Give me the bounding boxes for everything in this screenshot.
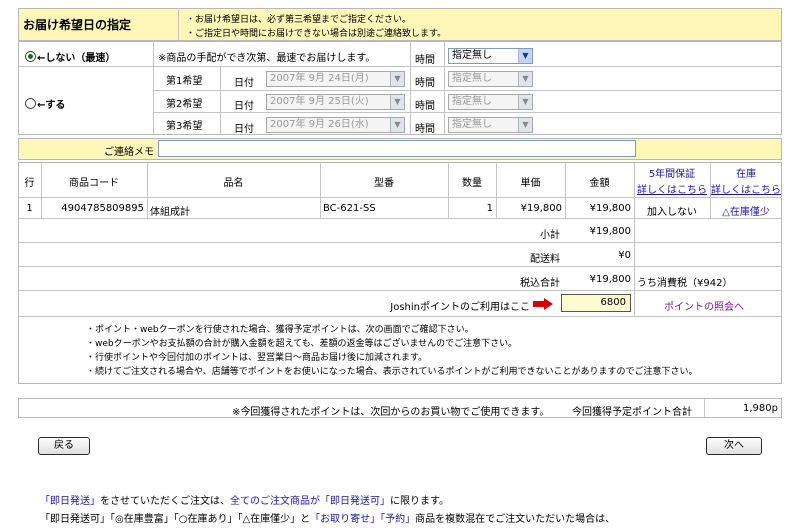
header-model: 型番 [374,178,394,189]
wish-3-time-label: 時間 [415,124,435,135]
row-price: ¥19,800 [520,203,562,214]
wish-3-date-value: 2007年 9月 26日(水) [270,119,369,130]
tax-note: うち消費税（¥942） [637,278,733,289]
wish-2-date-value: 2007年 9月 25日(火) [270,96,369,107]
row-warranty: 加入しない [647,207,697,218]
wish-1-date-label: 日付 [234,78,254,89]
row-model: BC-621-SS [323,203,376,214]
header-code: 商品コード [69,178,119,189]
footer-same-day-link[interactable]: 「即日発送」 [40,496,100,507]
wish-3-time-value: 指定無し [452,119,492,130]
chevron-down-icon: ▼ [518,95,532,109]
wish-2-time-select[interactable]: 指定無し ▼ [448,94,533,110]
chevron-down-icon: ▼ [518,118,532,132]
time-label-fastest: 時間 [415,55,435,66]
points-summary-label: 今回獲得予定ポイント合計 [572,407,692,418]
chevron-down-icon: ▼ [390,95,404,109]
footer-order-link[interactable]: 「お取り寄せ」「予約」 [310,514,415,525]
wish-1-time-value: 指定無し [452,73,492,84]
next-button[interactable]: 次へ [706,437,762,455]
wish-3-date-select[interactable]: 2007年 9月 26日(水) ▼ [266,117,405,133]
wish-3-date-label: 日付 [234,124,254,135]
memo-input[interactable] [158,140,636,157]
header-row: 行 [24,178,35,189]
option-specify-label: ←する [37,100,66,111]
point-note-2: ・webクーポンやお支払額の合計が購入金額を超えても、差額の返金等はございません… [86,339,518,349]
warranty-details-link[interactable]: 詳しくはこちら [634,181,710,196]
back-button[interactable]: 戻る [38,437,90,455]
row-stock-status[interactable]: △在庫僅少 [710,203,782,218]
points-label: Joshinポイントのご利用はここ [390,302,530,313]
option-fastest-label: ←しない（最速） [37,53,116,64]
arrow-right-icon [533,298,553,310]
shipping-value: ¥0 [618,250,631,261]
delivery-note-2: ・ご指定日や時間にお届けできない場合は別途ご連絡致します。 [186,29,447,39]
total-value: ¥19,800 [589,274,631,285]
wish-1-time-select[interactable]: 指定無し ▼ [448,71,533,87]
wish-1-label: 第1希望 [166,76,203,87]
footer-line-1: 「即日発送」をさせていただくご注文は、全てのご注文商品が「即日発送可」に限ります… [40,492,449,507]
wish-2-date-select[interactable]: 2007年 9月 25日(火) ▼ [266,94,405,110]
delivery-title: お届け希望日の指定 [23,18,132,32]
point-note-4: ・続けてご注文される場合や、店舗等でポイントをお使いになった場合、表示されている… [86,367,698,377]
header-amount: 金額 [589,178,610,189]
wish-2-date-label: 日付 [234,101,254,112]
subtotal-value: ¥19,800 [589,226,631,237]
row-amount: ¥19,800 [589,203,631,214]
point-note-1: ・ポイント・webクーポンを行使された場合、獲得予定ポイントは、次の画面でご確認… [86,325,474,335]
points-summary-note: ※今回獲得されたポイントは、次回からのお買い物でご使用できます。 [232,407,550,418]
footer-text: をさせていただくご注文は、 [100,496,230,507]
radio-specify[interactable] [25,98,36,109]
header-qty: 数量 [462,178,482,189]
header-name: 品名 [223,178,244,189]
row-name: 体組成計 [150,207,190,218]
header-stock: 在庫 [736,169,756,180]
total-label: 税込合計 [520,278,560,289]
wish-3-time-select[interactable]: 指定無し ▼ [448,117,533,133]
points-input[interactable]: 6800 [561,294,631,312]
chevron-down-icon: ▼ [518,49,532,63]
time-select-fastest-value: 指定無し [452,50,492,61]
wish-3-label: 第3希望 [166,121,203,132]
footer-line-2: 「即日発送可」「◎在庫豊富」「○在庫あり」「△在庫僅少」と「お取り寄せ」「予約」… [40,510,615,525]
delivery-note-1: ・お届け希望日は、必ず第三希望までご指定ください。 [186,15,412,25]
point-note-3: ・行使ポイントや今回付加のポイントは、翌営業日～商品お届け後に加減されます。 [86,353,428,363]
chevron-down-icon: ▼ [390,118,404,132]
memo-label: ご連絡メモ [104,147,154,158]
wish-2-time-label: 時間 [415,101,435,112]
header-price: 単価 [520,178,541,189]
stock-details-link[interactable]: 詳しくはこちら [710,181,782,196]
wish-2-time-value: 指定無し [452,96,492,107]
wish-1-date-value: 2007年 9月 24日(月) [270,73,369,84]
footer-all-items-link[interactable]: 全てのご注文商品が「即日発送可」 [230,496,390,507]
wish-1-time-label: 時間 [415,78,435,89]
chevron-down-icon: ▼ [518,72,532,86]
row-no: 1 [26,203,33,214]
footer-text: 「即日発送可」「◎在庫豊富」「○在庫あり」「△在庫僅少」と [40,514,311,525]
points-inquiry-link[interactable]: ポイントの照会へ [664,298,744,313]
points-summary-value: 1,980p [743,403,778,414]
time-select-fastest[interactable]: 指定無し ▼ [448,48,533,64]
shipping-label: 配送料 [530,254,560,265]
footer-text: に限ります。 [390,496,449,507]
wish-2-label: 第2希望 [166,99,203,110]
radio-fastest[interactable] [25,51,36,62]
header-warranty: 5年間保証 [648,169,696,180]
option-fastest-note: ※商品の手配ができ次第、最速でお届けします。 [158,53,376,64]
row-qty: 1 [486,203,493,214]
chevron-down-icon: ▼ [390,72,404,86]
subtotal-label: 小計 [540,230,560,241]
footer-text: 商品を複数混在でご注文いただいた場合は、 [415,514,616,525]
row-code: 4904785809895 [61,203,144,214]
wish-1-date-select[interactable]: 2007年 9月 24日(月) ▼ [266,71,405,87]
points-input-value: 6800 [600,297,626,308]
